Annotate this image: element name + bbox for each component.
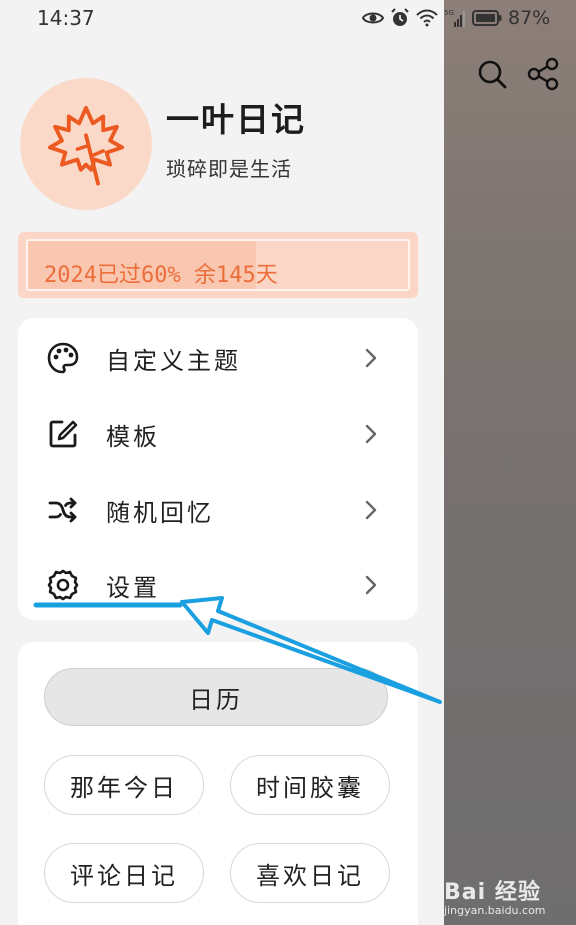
- watermark-logo: Bai 经验: [444, 880, 541, 905]
- eye-icon: [362, 12, 384, 24]
- network-type: 5G: [444, 9, 454, 17]
- menu-card: 自定义主题 模板 随机回忆 设置: [18, 318, 418, 620]
- calendar-button[interactable]: 日历: [44, 668, 388, 726]
- menu-item-label: 自定义主题: [106, 347, 241, 375]
- menu-item-random-memory[interactable]: 随机回忆: [18, 471, 418, 547]
- shuffle-icon: [48, 497, 77, 523]
- watermark: Bai 经验 jingyan.baidu.com: [444, 860, 576, 925]
- cellular-signal-icon: 5G: [444, 9, 465, 27]
- chevron-right-icon: [365, 500, 377, 520]
- chevron-right-icon: [365, 424, 377, 444]
- wifi-icon: [416, 9, 438, 27]
- menu-item-label: 模板: [106, 423, 160, 451]
- chevron-right-icon: [365, 575, 377, 595]
- year-progress-bar: 2024已过60% 余145天: [26, 239, 410, 291]
- calendar-card: 日历 那年今日 时间胶囊 评论日记 喜欢日记: [18, 642, 418, 925]
- liked-diary-button[interactable]: 喜欢日记: [230, 843, 390, 903]
- drawer-scrim[interactable]: [444, 0, 576, 925]
- avatar[interactable]: [20, 78, 152, 210]
- status-time: 14:37: [37, 6, 95, 30]
- time-capsule-button[interactable]: 时间胶囊: [230, 755, 390, 815]
- status-bar: 14:37 5G 87%: [0, 0, 576, 36]
- menu-item-label: 设置: [106, 574, 160, 602]
- battery-icon: [472, 10, 502, 26]
- year-progress-banner: 2024已过60% 余145天: [18, 232, 418, 298]
- search-icon[interactable]: [476, 58, 508, 90]
- on-this-day-button[interactable]: 那年今日: [44, 755, 204, 815]
- alarm-icon: [391, 8, 409, 26]
- app-title: 一叶日记: [166, 100, 306, 139]
- watermark-url: jingyan.baidu.com: [444, 904, 546, 917]
- battery-level: 87%: [508, 7, 551, 29]
- menu-item-settings[interactable]: 设置: [18, 546, 418, 622]
- app-subtitle: 琐碎即是生活: [166, 157, 292, 181]
- year-progress-text: 2024已过60% 余145天: [44, 263, 278, 288]
- chevron-right-icon: [365, 348, 377, 368]
- gear-icon: [47, 569, 79, 601]
- share-icon[interactable]: [526, 57, 560, 91]
- menu-item-template[interactable]: 模板: [18, 395, 418, 471]
- edit-square-icon: [49, 420, 78, 448]
- status-icons: 5G 87%: [362, 6, 550, 30]
- palette-icon: [47, 342, 79, 374]
- maple-leaf-icon: [47, 105, 125, 186]
- menu-item-custom-theme[interactable]: 自定义主题: [18, 319, 418, 395]
- menu-item-label: 随机回忆: [106, 499, 214, 527]
- commented-diary-button[interactable]: 评论日记: [44, 843, 204, 903]
- navigation-drawer: 一叶日记 琐碎即是生活 2024已过60% 余145天 自定义主题 模板 随机回…: [0, 0, 444, 925]
